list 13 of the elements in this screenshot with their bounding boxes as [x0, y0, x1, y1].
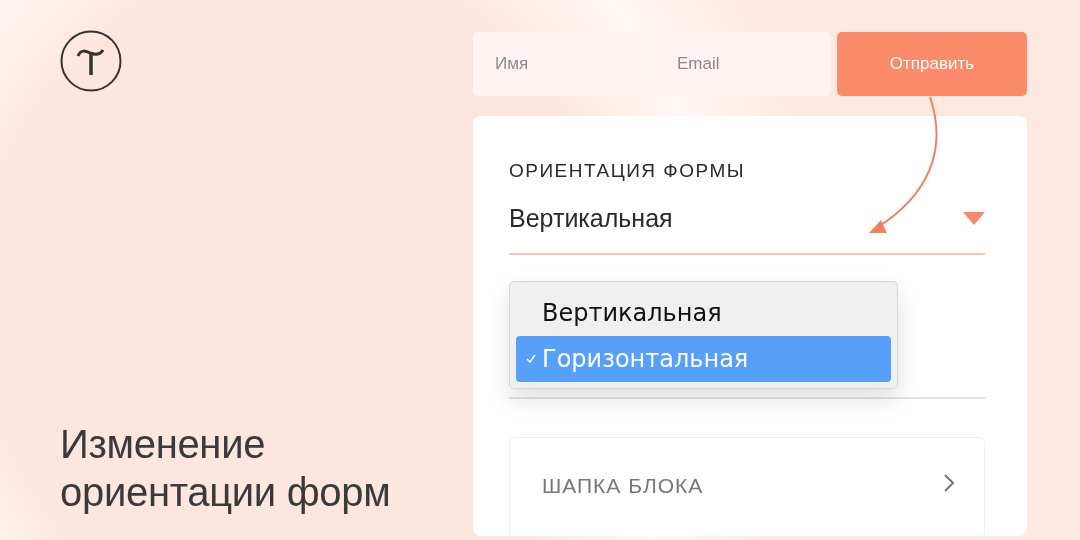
- logo-icon: [60, 30, 122, 92]
- dropdown-option[interactable]: Вертикальная: [516, 290, 891, 336]
- orientation-select[interactable]: Вертикальная: [509, 204, 985, 255]
- check-icon: [526, 354, 536, 363]
- dropdown-triangle-icon: [963, 212, 985, 225]
- text-field[interactable]: Email: [655, 32, 831, 96]
- submit-button[interactable]: Отправить: [837, 32, 1027, 96]
- section-header[interactable]: ШАПКА БЛОКА: [509, 437, 985, 540]
- headline: Изменение ориентации форм: [60, 421, 392, 516]
- section-title: ШАПКА БЛОКА: [542, 474, 704, 498]
- text-field[interactable]: Имя: [473, 32, 649, 96]
- dropdown-option[interactable]: Горизонтальная: [516, 336, 891, 382]
- field-label: ОРИЕНТАЦИЯ ФОРМЫ: [509, 160, 746, 182]
